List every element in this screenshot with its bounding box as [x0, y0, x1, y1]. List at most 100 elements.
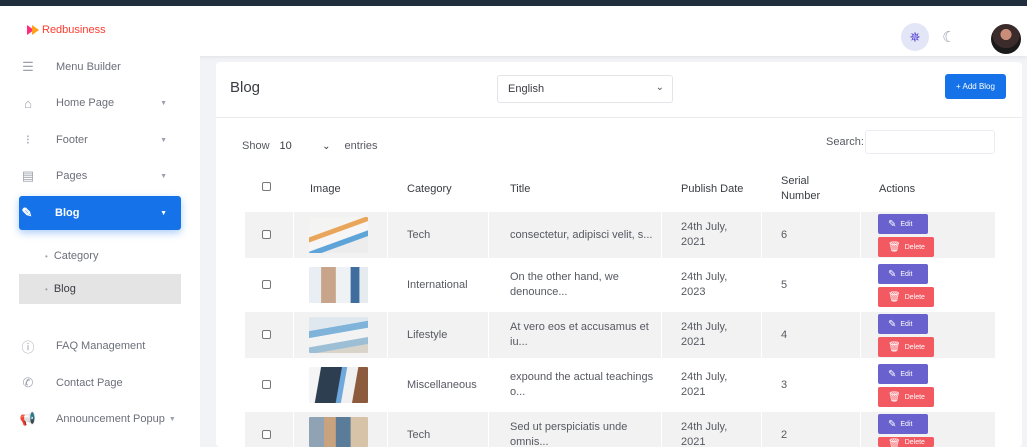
- file-icon: ▤: [21, 168, 35, 183]
- blog-thumbnail-image: [309, 267, 368, 303]
- row-checkbox[interactable]: [262, 330, 271, 339]
- table-row: Lifestyle At vero eos et accusamus et iu.…: [245, 312, 995, 358]
- row-checkbox[interactable]: [262, 380, 271, 389]
- footer-icon: ⁝: [25, 132, 31, 147]
- column-header-image: Image: [310, 183, 341, 195]
- caret-down-icon: ▼: [160, 209, 167, 217]
- edit-button[interactable]: ✎ Edit: [878, 414, 928, 434]
- column-header-serial-number: Serial Number: [781, 175, 821, 202]
- page-title: Blog: [230, 79, 261, 96]
- entries-label: entries: [344, 140, 378, 152]
- sidebar-item-home-page[interactable]: ⌂ Home Page ▼: [19, 86, 181, 120]
- row-publish-date: 24th July, 2021: [681, 371, 728, 398]
- sidebar-subitem-blog[interactable]: • Blog: [19, 274, 181, 304]
- edit-icon: ✎: [888, 318, 897, 330]
- brand-logo[interactable]: Redbusiness: [27, 24, 106, 36]
- card-header: Blog English ⌄ + Add Blog: [216, 62, 1022, 118]
- brand-logo-icon: [27, 24, 41, 36]
- entries-select[interactable]: 10 ⌄: [275, 134, 341, 158]
- show-label: Show: [242, 140, 270, 152]
- top-header: Redbusiness ✵ ☾: [0, 0, 1027, 56]
- blog-card: Blog English ⌄ + Add Blog Show 10 ⌄ entr…: [216, 62, 1022, 447]
- trash-icon: 🗑: [888, 439, 901, 447]
- edit-icon: ✎: [888, 218, 897, 230]
- search-label: Search:: [826, 136, 864, 148]
- chevron-down-icon: ⌄: [655, 82, 664, 93]
- delete-button[interactable]: 🗑 Delete: [878, 287, 934, 307]
- row-publish-date: 24th July, 2021: [681, 421, 728, 447]
- sidebar-subitem-label: Category: [53, 250, 99, 262]
- edit-button[interactable]: ✎ Edit: [878, 364, 928, 384]
- row-checkbox[interactable]: [262, 430, 271, 439]
- column-header-publish-date: Publish Date: [681, 183, 744, 195]
- brand-name: Redbusiness: [42, 24, 106, 36]
- caret-down-icon: ▼: [160, 136, 167, 144]
- table-row: Miscellaneous expound the actual teachin…: [245, 362, 995, 408]
- sidebar-item-blog[interactable]: ✎ Blog ▼: [19, 196, 181, 230]
- row-checkbox[interactable]: [262, 230, 271, 239]
- blog-table: Image Category Title Publish Date Serial…: [245, 166, 995, 447]
- row-category: Lifestyle: [407, 329, 448, 341]
- sidebar-item-pages[interactable]: ▤ Pages ▼: [19, 159, 181, 193]
- row-category: Miscellaneous: [407, 379, 477, 391]
- row-publish-date: 24th July, 2023: [681, 271, 728, 298]
- trash-icon: 🗑: [888, 291, 901, 303]
- sun-icon[interactable]: ✵: [901, 23, 929, 51]
- bullet-icon: •: [45, 284, 48, 294]
- edit-icon: ✎: [888, 418, 897, 430]
- moon-icon[interactable]: ☾: [935, 23, 963, 51]
- menu-icon: ☰: [22, 59, 34, 74]
- delete-button[interactable]: 🗑 Delete: [878, 237, 934, 257]
- trash-icon: 🗑: [888, 241, 901, 253]
- sidebar-item-contact-page[interactable]: ✆ Contact Page: [19, 366, 181, 400]
- row-category: International: [407, 279, 468, 291]
- chevron-down-icon: ⌄: [322, 140, 331, 152]
- blog-icon: ✎: [21, 205, 33, 220]
- select-all-checkbox[interactable]: [262, 182, 271, 191]
- sidebar-subitem-label: Blog: [53, 283, 76, 295]
- sidebar-subitem-category[interactable]: • Category: [19, 241, 181, 271]
- theme-toggle[interactable]: ✵ ☾: [897, 23, 967, 51]
- row-title: expound the actual teachings o...: [510, 371, 654, 398]
- column-header-actions: Actions: [879, 183, 916, 195]
- row-checkbox[interactable]: [262, 280, 271, 289]
- sidebar-item-label: Footer: [56, 134, 88, 146]
- delete-button[interactable]: 🗑 Delete: [878, 437, 934, 447]
- delete-button[interactable]: 🗑 Delete: [878, 337, 934, 357]
- trash-icon: 🗑: [888, 341, 901, 353]
- row-title: consectetur, adipisci velit, s...: [510, 229, 653, 241]
- blog-thumbnail-image: [309, 417, 368, 447]
- edit-button[interactable]: ✎ Edit: [878, 314, 928, 334]
- sidebar-item-label: Home Page: [56, 97, 115, 109]
- row-category: Tech: [407, 229, 431, 241]
- table-row: Tech consectetur, adipisci velit, s... 2…: [245, 212, 995, 258]
- caret-down-icon: ▼: [160, 99, 167, 107]
- sidebar: ☰ Menu Builder ⌂ Home Page ▼ ⁝ Footer ▼ …: [0, 56, 200, 447]
- language-select[interactable]: English ⌄: [497, 75, 673, 103]
- column-header-title: Title: [510, 183, 531, 195]
- whatsapp-icon: ✆: [22, 375, 34, 390]
- bullet-icon: •: [45, 251, 48, 261]
- row-serial-number: 6: [781, 229, 788, 241]
- delete-button[interactable]: 🗑 Delete: [878, 387, 934, 407]
- sidebar-item-label: Announcement Popup: [56, 413, 165, 425]
- sidebar-item-footer[interactable]: ⁝ Footer ▼: [19, 123, 181, 157]
- home-icon: ⌂: [24, 95, 32, 111]
- trash-icon: 🗑: [888, 391, 901, 403]
- row-serial-number: 2: [781, 429, 788, 441]
- sidebar-item-label: Contact Page: [56, 377, 123, 389]
- row-serial-number: 4: [781, 329, 788, 341]
- add-blog-button[interactable]: + Add Blog: [945, 74, 1006, 99]
- sidebar-item-label: Blog: [55, 207, 80, 219]
- edit-button[interactable]: ✎ Edit: [878, 264, 928, 284]
- sidebar-item-label: Pages: [56, 170, 88, 182]
- sidebar-item-announcement-popup[interactable]: 📢 Announcement Popup ▼: [19, 402, 181, 436]
- sidebar-item-menu-builder[interactable]: ☰ Menu Builder: [19, 50, 181, 84]
- row-publish-date: 24th July, 2021: [681, 321, 728, 348]
- table-header: Image Category Title Publish Date Serial…: [245, 166, 995, 212]
- edit-button[interactable]: ✎ Edit: [878, 214, 928, 234]
- blog-thumbnail-image: [309, 367, 368, 403]
- search-input[interactable]: [865, 130, 995, 154]
- user-avatar[interactable]: [991, 24, 1021, 54]
- sidebar-item-faq-management[interactable]: ⓘ FAQ Management: [19, 329, 181, 363]
